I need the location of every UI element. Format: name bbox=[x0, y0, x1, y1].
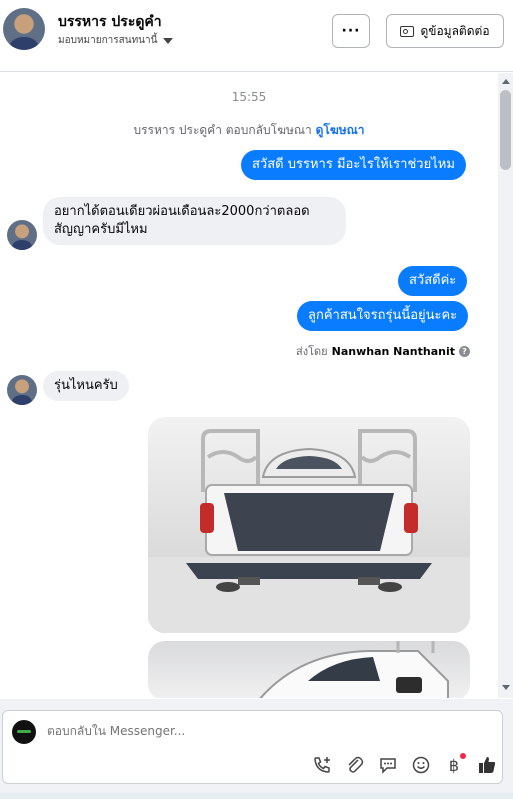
help-icon[interactable]: ? bbox=[459, 345, 470, 357]
composer-toolbar: ฿ bbox=[311, 753, 498, 776]
scroll-down-arrow-icon[interactable] bbox=[502, 685, 510, 690]
scrollbar-thumb[interactable] bbox=[500, 90, 511, 170]
conversation-header: บรรหาร ประดูคำ มอบหมายการสนทนานี้ ··· ดู… bbox=[0, 0, 513, 72]
sent-by-info: ส่งโดย Nanwhan Nanthanit ? bbox=[296, 342, 470, 360]
message-thread[interactable]: 15:55 บรรหาร ประดูคำ ตอบกลับโฆษณา ดูโฆษณ… bbox=[0, 73, 498, 698]
composer-box: ฿ bbox=[2, 710, 503, 784]
contact-avatar[interactable] bbox=[3, 8, 45, 50]
message-bubble-outgoing[interactable]: สวัสดีค่ะ bbox=[398, 266, 468, 296]
truck-bed-photo[interactable] bbox=[148, 417, 470, 633]
view-ad-link[interactable]: ดูโฆษณา bbox=[316, 123, 365, 137]
chat-bubble-icon[interactable] bbox=[377, 754, 399, 776]
caret-down-icon bbox=[163, 37, 174, 44]
sent-by-name: Nanwhan Nanthanit bbox=[331, 344, 455, 358]
sender-avatar bbox=[7, 220, 37, 250]
message-bubble-outgoing[interactable]: ลูกค้าสนใจรถรุ่นนี้อยู่นะคะ bbox=[297, 301, 469, 331]
reply-input[interactable] bbox=[47, 724, 347, 738]
baht-icon[interactable]: ฿ bbox=[443, 753, 466, 776]
phone-plus-icon[interactable] bbox=[311, 754, 333, 776]
ad-reply-notice: บรรหาร ประดูคำ ตอบกลับโฆษณา ดูโฆษณา bbox=[0, 121, 498, 140]
message-bubble-outgoing[interactable]: สวัสดี บรรหาร มีอะไรให้เราช่วยไหม bbox=[241, 150, 466, 180]
page-avatar bbox=[12, 720, 36, 744]
view-contact-label: ดูข้อมูลติดต่อ bbox=[420, 23, 490, 38]
paperclip-icon[interactable] bbox=[344, 754, 366, 776]
message-timestamp: 15:55 bbox=[231, 90, 267, 104]
sent-by-prefix: ส่งโดย bbox=[296, 345, 328, 358]
contact-card-icon bbox=[400, 25, 415, 37]
thumbs-up-icon[interactable] bbox=[476, 754, 498, 776]
contact-name[interactable]: บรรหาร ประดูคำ bbox=[58, 11, 162, 33]
message-bubble-incoming[interactable]: อยากได้ตอนเดียวผ่อนเดือนละ2000กว่าตลอดสั… bbox=[43, 197, 346, 245]
assign-conversation-dropdown[interactable]: มอบหมายการสนทนานี้ bbox=[58, 33, 174, 48]
assign-label: มอบหมายการสนทนานี้ bbox=[58, 35, 158, 46]
ad-reply-text: บรรหาร ประดูคำ ตอบกลับโฆษณา bbox=[133, 123, 312, 137]
message-bubble-incoming[interactable]: รุ่นไหนครับ bbox=[43, 371, 129, 401]
sender-avatar bbox=[7, 375, 37, 405]
notification-dot bbox=[460, 753, 466, 759]
smiley-icon[interactable] bbox=[410, 754, 432, 776]
view-contact-button[interactable]: ดูข้อมูลติดต่อ bbox=[386, 14, 504, 48]
thread-scrollbar[interactable] bbox=[498, 73, 513, 698]
more-options-button[interactable]: ··· bbox=[332, 14, 370, 48]
truck-side-photo[interactable] bbox=[148, 641, 470, 698]
bottom-strip bbox=[0, 793, 513, 799]
scroll-up-arrow-icon[interactable] bbox=[502, 79, 510, 84]
composer-area: ฿ bbox=[0, 699, 513, 799]
